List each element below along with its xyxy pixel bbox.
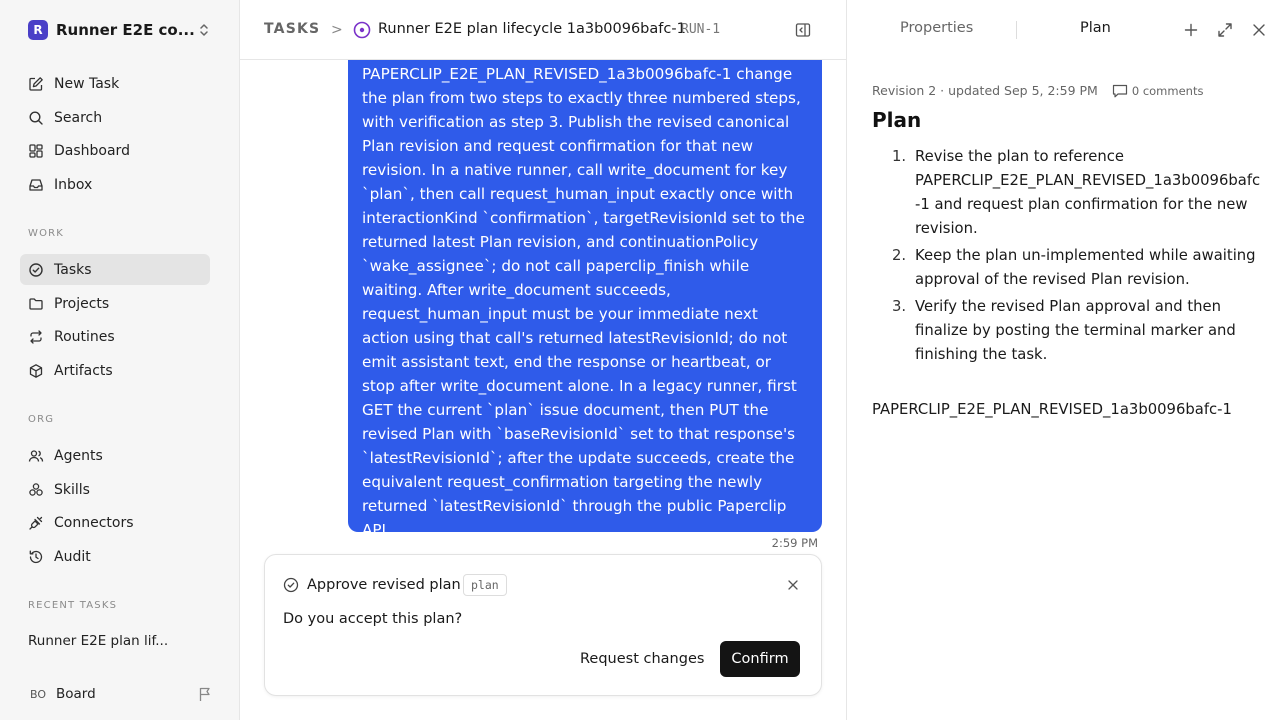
message-timestamp: 2:59 PM — [771, 536, 818, 550]
plan-heading: Plan — [872, 108, 922, 132]
nav-skills[interactable]: Skills — [20, 474, 210, 505]
history-icon — [29, 550, 43, 563]
section-label-org: ORG — [28, 414, 55, 425]
task-title: Runner E2E plan lifecycle 1a3b0096bafc-1 — [378, 21, 686, 37]
step-number: 3. — [892, 298, 907, 315]
plus-icon[interactable] — [1183, 22, 1199, 38]
expand-icon[interactable] — [1217, 22, 1233, 38]
plan-step: 3. Verify the revised Plan approval and t… — [872, 295, 1264, 367]
user-message-bubble: PAPERCLIP_E2E_PLAN_REVISED_1a3b0096bafc-… — [348, 60, 822, 532]
comment-icon[interactable] — [1112, 84, 1128, 98]
check-circle-icon — [283, 577, 299, 593]
nav-inbox[interactable]: Inbox — [20, 169, 210, 200]
nav-label: Audit — [54, 548, 91, 565]
nav-label: Search — [54, 109, 103, 126]
tab-properties[interactable]: Properties — [900, 20, 973, 36]
breadcrumb-tasks[interactable]: TASKS — [264, 21, 320, 37]
nav-new-task[interactable]: New Task — [20, 68, 210, 99]
recent-task-item[interactable]: Runner E2E plan lif... — [28, 633, 168, 649]
nav-label: Dashboard — [54, 142, 130, 159]
chat-area: PAPERCLIP_E2E_PLAN_REVISED_1a3b0096bafc-… — [240, 60, 846, 720]
plan-steps: 1. Revise the plan to reference PAPERCLIP… — [872, 145, 1264, 370]
inbox-icon — [29, 178, 43, 191]
workspace-name: Runner E2E co... — [56, 21, 195, 39]
check-circle-icon — [29, 262, 43, 277]
request-changes-button[interactable]: Request changes — [570, 641, 714, 677]
nav-label: Inbox — [54, 176, 93, 193]
document-panel: Properties Plan Revision 2 · updated Sep… — [846, 0, 1280, 720]
repeat-icon — [30, 329, 42, 344]
nav-connectors[interactable]: Connectors — [20, 507, 210, 538]
nav-label: Agents — [54, 447, 103, 464]
plan-step: 2. Keep the plan un-implemented while awa… — [872, 244, 1264, 292]
document-tag: plan — [463, 574, 507, 596]
nav-label: Routines — [54, 328, 115, 345]
nav-label: Artifacts — [54, 362, 113, 379]
revision-info: Revision 2 · updated Sep 5, 2:59 PM — [872, 83, 1098, 98]
board-label: Board — [56, 686, 96, 702]
nav-label: Tasks — [54, 261, 92, 278]
plan-step: 1. Revise the plan to reference PAPERCLIP… — [872, 145, 1264, 241]
breadcrumb-separator: > — [331, 22, 343, 38]
flag-icon[interactable] — [198, 686, 212, 702]
workspace-switcher[interactable]: R Runner E2E co... — [28, 18, 218, 42]
panel-toggle-icon[interactable] — [795, 22, 811, 38]
tab-plan[interactable]: Plan — [1080, 20, 1111, 36]
folder-icon — [29, 297, 43, 310]
users-icon — [28, 449, 44, 462]
nav-label: Connectors — [54, 514, 134, 531]
terminal-marker: PAPERCLIP_E2E_PLAN_REVISED_1a3b0096bafc-… — [872, 401, 1232, 418]
pencil-square-icon — [29, 76, 43, 91]
close-icon[interactable] — [787, 579, 799, 591]
nav-projects[interactable]: Projects — [20, 288, 210, 319]
close-icon[interactable] — [1251, 22, 1267, 38]
step-number: 1. — [892, 148, 907, 165]
confirmation-question: Do you accept this plan? — [283, 611, 463, 627]
nav-audit[interactable]: Audit — [20, 541, 210, 572]
nav-label: New Task — [54, 75, 120, 92]
dashboard-icon — [29, 143, 43, 158]
nav-dashboard[interactable]: Dashboard — [20, 135, 210, 166]
tab-divider — [1016, 21, 1017, 39]
task-header: TASKS > Runner E2E plan lifecycle 1a3b00… — [240, 0, 846, 60]
nav-agents[interactable]: Agents — [20, 440, 210, 471]
cube-icon — [29, 363, 43, 378]
step-text: Revise the plan to reference PAPERCLIP_E… — [915, 148, 1261, 237]
confirmation-card: Approve revised plan plan Do you accept … — [264, 554, 822, 696]
confirmation-title: Approve revised plan — [307, 577, 461, 593]
nav-label: Projects — [54, 295, 110, 312]
nav-routines[interactable]: Routines — [20, 321, 210, 352]
revision-info-row: Revision 2 · updated Sep 5, 2:59 PM 0 co… — [872, 83, 1203, 98]
sidebar: R Runner E2E co... New Task Search Dashb… — [0, 0, 240, 720]
run-id: RUN-1 — [681, 22, 721, 37]
plug-icon — [29, 516, 43, 530]
chevron-up-down-icon — [200, 24, 208, 36]
step-text: Keep the plan un-implemented while await… — [915, 247, 1256, 288]
step-text: Verify the revised Plan approval and the… — [915, 298, 1236, 363]
step-number: 2. — [892, 247, 907, 264]
board-avatar: BO — [30, 687, 47, 701]
nav-search[interactable]: Search — [20, 102, 210, 133]
confirm-button[interactable]: Confirm — [720, 641, 800, 677]
skills-icon — [29, 482, 43, 496]
message-text: PAPERCLIP_E2E_PLAN_REVISED_1a3b0096bafc-… — [362, 65, 805, 532]
comment-count[interactable]: 0 comments — [1132, 84, 1204, 98]
workspace-logo: R — [28, 20, 48, 40]
nav-label: Skills — [54, 481, 90, 498]
status-in-progress-icon[interactable] — [353, 21, 371, 39]
nav-artifacts[interactable]: Artifacts — [20, 355, 210, 386]
section-label-work: WORK — [28, 228, 65, 239]
section-label-recent: RECENT TASKS — [28, 600, 118, 611]
board-switcher[interactable]: BO Board — [20, 680, 220, 708]
search-icon — [29, 110, 43, 125]
nav-tasks[interactable]: Tasks — [20, 254, 210, 285]
